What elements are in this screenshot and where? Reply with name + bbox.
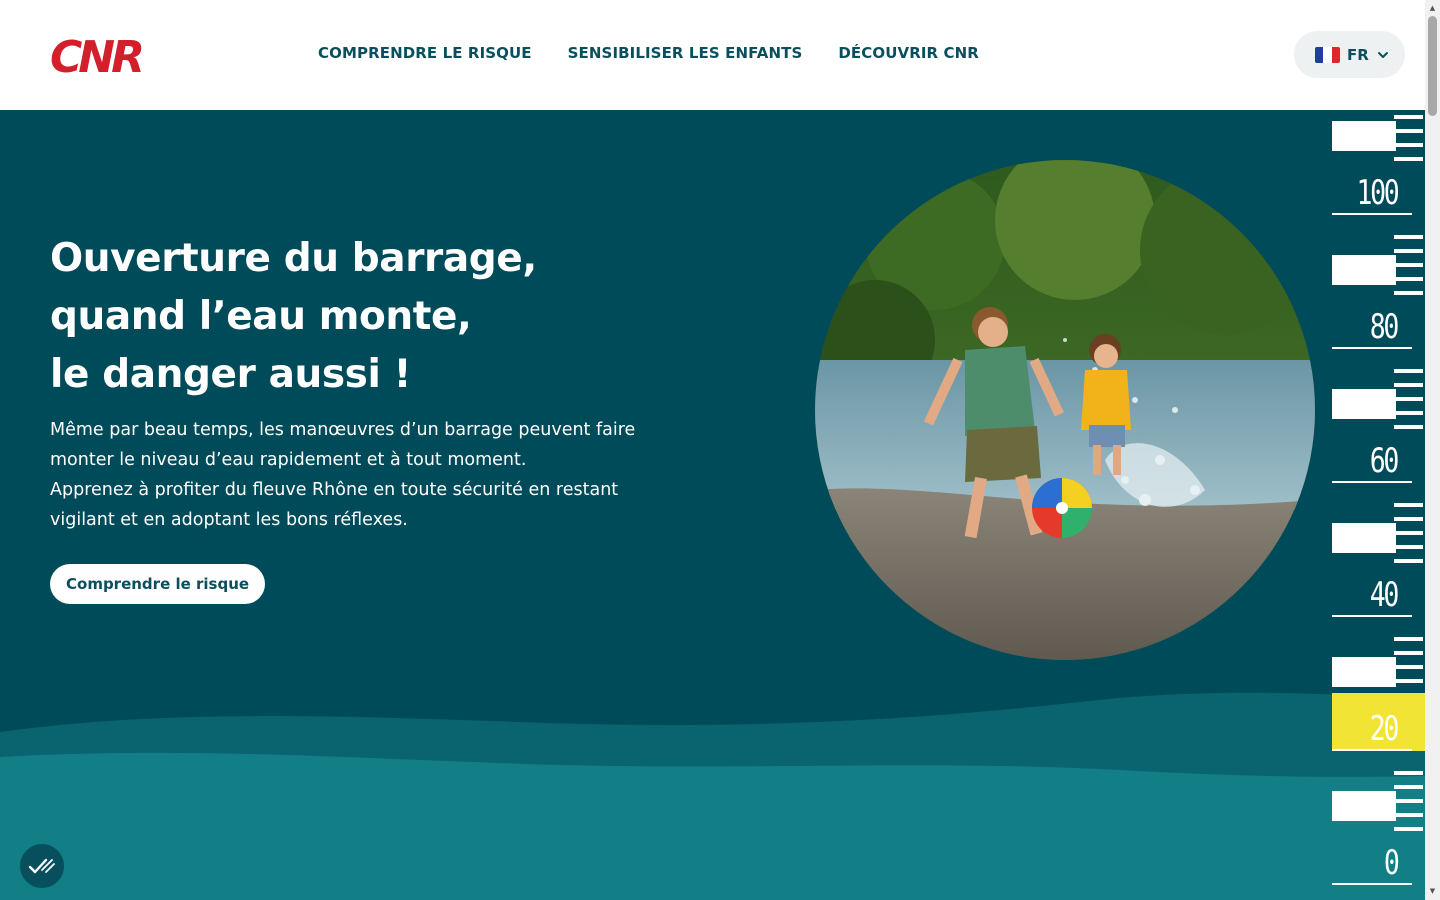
gauge-label: 60	[1369, 441, 1400, 481]
gauge-label: 20	[1369, 709, 1400, 749]
gauge-tick	[1394, 291, 1423, 295]
hero-text-line: Apprenez à profiter du fleuve Rhône en t…	[50, 480, 619, 500]
gauge-tick	[1394, 235, 1423, 239]
gauge-bar	[1332, 255, 1396, 285]
gauge-line	[1332, 749, 1412, 751]
gauge-tick	[1394, 785, 1423, 789]
gauge-bar	[1332, 523, 1396, 553]
hero-title-line: le danger aussi !	[50, 352, 412, 397]
hero-section: Ouverture du barrage, quand l’eau monte,…	[0, 110, 1425, 900]
gauge-scale	[1332, 115, 1425, 885]
gauge-bar	[1332, 121, 1396, 151]
hero-title-line: quand l’eau monte,	[50, 294, 472, 339]
gauge-label: 100	[1356, 173, 1399, 213]
nav-item-decouvrir-cnr[interactable]: DÉCOUVRIR CNR	[838, 44, 979, 62]
gauge-bar	[1332, 389, 1396, 419]
scroll-up-arrow[interactable]: ▲	[1425, 1, 1440, 15]
gauge-line	[1332, 347, 1412, 349]
hero-description: Même par beau temps, les manœuvres d’un …	[50, 415, 690, 535]
gauge-tick	[1394, 771, 1423, 775]
scroll-down-arrow[interactable]: ▼	[1425, 884, 1440, 898]
main-nav: COMPRENDRE LE RISQUE SENSIBILISER LES EN…	[318, 44, 979, 62]
gauge-label: 40	[1369, 575, 1400, 615]
gauge-tick	[1394, 559, 1423, 563]
logo-text: CNR	[50, 34, 142, 76]
accessibility-check-icon	[28, 858, 55, 874]
france-flag-icon	[1315, 46, 1340, 63]
hero-title-line: Ouverture du barrage,	[50, 236, 537, 281]
gauge-tick	[1394, 115, 1423, 119]
gauge-line	[1332, 481, 1412, 483]
nav-item-sensibiliser-les-enfants[interactable]: SENSIBILISER LES ENFANTS	[568, 44, 803, 62]
page-scrollbar[interactable]: ▲ ▼	[1425, 0, 1440, 900]
gauge-line	[1332, 615, 1412, 617]
accessibility-button[interactable]	[18, 842, 66, 890]
hero-title: Ouverture du barrage, quand l’eau monte,…	[50, 230, 537, 404]
hero-text-line: monter le niveau d’eau rapidement et à t…	[50, 450, 527, 470]
cnr-logo[interactable]: CNR	[50, 34, 192, 76]
gauge-bar	[1332, 657, 1396, 687]
gauge-tick	[1394, 383, 1423, 387]
gauge-label: 80	[1369, 307, 1400, 347]
gauge-bar	[1332, 791, 1396, 821]
comprendre-le-risque-button[interactable]: Comprendre le risque	[50, 564, 266, 604]
hero-text-line: Même par beau temps, les manœuvres d’un …	[50, 420, 636, 440]
gauge-tick	[1394, 249, 1423, 253]
hero-photo	[815, 160, 1315, 660]
gauge-tick	[1394, 157, 1423, 161]
language-selector[interactable]: FR	[1294, 31, 1405, 78]
gauge-tick	[1394, 425, 1423, 429]
gauge-line	[1332, 213, 1412, 215]
water-level-gauge: 100 80 60 40 20 0	[1332, 110, 1425, 900]
scrollbar-thumb[interactable]	[1428, 16, 1437, 116]
gauge-tick	[1394, 503, 1423, 507]
gauge-label: 0	[1383, 843, 1399, 883]
gauge-tick	[1394, 517, 1423, 521]
chevron-down-icon	[1377, 51, 1388, 58]
language-code: FR	[1347, 45, 1369, 64]
gauge-tick	[1394, 651, 1423, 655]
gauge-line	[1332, 883, 1412, 885]
gauge-tick	[1394, 827, 1423, 831]
hero-text-line: vigilant et en adoptant les bons réflexe…	[50, 510, 408, 530]
site-header: CNR COMPRENDRE LE RISQUE SENSIBILISER LE…	[0, 0, 1425, 110]
nav-item-comprendre-le-risque[interactable]: COMPRENDRE LE RISQUE	[318, 44, 532, 62]
children-playing-in-river-photo	[815, 160, 1315, 660]
gauge-tick	[1394, 369, 1423, 373]
gauge-tick	[1394, 637, 1423, 641]
